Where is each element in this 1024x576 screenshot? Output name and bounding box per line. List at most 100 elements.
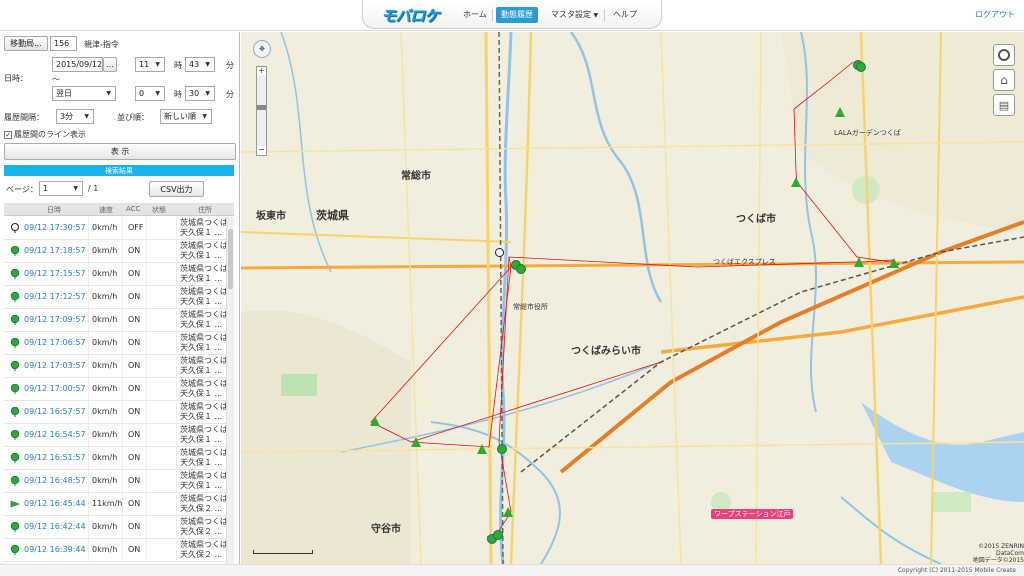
table-row[interactable]: 09/12 16:42:44 0km/h ON 茨城県つくば 天久保２ ... (4, 516, 226, 539)
row-date-link[interactable]: 09/12 16:39:44 (24, 545, 86, 554)
stop-marker[interactable] (495, 248, 504, 257)
print-button[interactable]: ▤ (993, 94, 1015, 116)
logout-link[interactable]: ログアウト (975, 9, 1015, 20)
row-date-link[interactable]: 09/12 16:54:57 (24, 430, 86, 439)
table-row[interactable]: 09/12 16:57:57 0km/h ON 茨城県つくば 天久保１ ... (4, 401, 226, 424)
history-pin-marker[interactable] (516, 264, 526, 274)
calendar-button[interactable]: … (103, 57, 117, 72)
chevron-down-icon: ▼ (202, 113, 207, 120)
idle-pin-icon (10, 314, 20, 325)
table-row[interactable]: 09/12 16:48:57 0km/h ON 茨城県つくば 天久保１ ... (4, 470, 226, 493)
row-address-line1: 茨城県つくば (180, 264, 226, 273)
row-address: 茨城県つくば 天久保１ ... (180, 287, 226, 307)
zoom-in-button[interactable]: + (257, 67, 266, 76)
order-select[interactable]: 新しい順 ▼ (160, 109, 212, 124)
table-row[interactable]: 09/12 17:12:57 0km/h ON 茨城県つくば 天久保１ ... (4, 286, 226, 309)
vehicle-id-field[interactable]: 156 (50, 36, 77, 51)
row-address-line2: 天久保１ ... (180, 228, 223, 237)
end-hour-select[interactable]: 0 ▼ (135, 86, 165, 101)
table-row[interactable]: 09/12 17:30:57 0km/h OFF 茨城県つくば 天久保１ ... (4, 217, 226, 240)
table-row[interactable]: 09/12 17:00:57 0km/h ON 茨城県つくば 天久保１ ... (4, 378, 226, 401)
line-toggle[interactable]: ✓ 履歴間のライン表示 (4, 129, 86, 140)
page-select[interactable]: 1 ▼ (39, 181, 83, 196)
pan-control[interactable]: ✥ (253, 40, 271, 58)
row-address-line2: 天久保１ ... (180, 274, 223, 283)
start-hour-select[interactable]: 11 ▼ (135, 57, 165, 72)
page-label: ページ： (6, 185, 38, 194)
col-divider (88, 332, 89, 355)
home-button[interactable]: ⌂ (993, 69, 1015, 91)
row-date-link[interactable]: 09/12 17:00:57 (24, 384, 86, 393)
moving-arrow-marker[interactable] (854, 257, 864, 267)
row-date-link[interactable]: 09/12 16:51:57 (24, 453, 86, 462)
csv-export-button[interactable]: CSV出力 (149, 181, 204, 197)
row-speed: 0km/h (92, 476, 118, 485)
row-date-link[interactable]: 09/12 17:30:57 (24, 223, 86, 232)
vehicle-select-button[interactable]: 移動局... (4, 36, 48, 51)
row-address-line1: 茨城県つくば (180, 218, 226, 227)
history-pin-marker[interactable] (856, 62, 866, 72)
table-row[interactable]: 09/12 16:54:57 0km/h ON 茨城県つくば 天久保１ ... (4, 424, 226, 447)
table-row[interactable]: 09/12 16:45:44 11km/h ON 茨城県つくば 天久保２ ... (4, 493, 226, 516)
history-pin-marker[interactable] (493, 530, 503, 540)
row-date-link[interactable]: 09/12 17:06:57 (24, 338, 86, 347)
row-address-line2: 天久保１ ... (180, 412, 223, 421)
app-logo[interactable]: モバロケ (381, 5, 440, 26)
table-row[interactable]: 09/12 17:03:57 0km/h ON 茨城県つくば 天久保１ ... (4, 355, 226, 378)
table-row[interactable]: 09/12 16:39:44 0km/h ON 茨城県つくば 天久保２ ... (4, 539, 226, 562)
map-label: 常総市役所 (513, 303, 548, 311)
moving-arrow-marker[interactable] (835, 107, 845, 117)
row-date-link[interactable]: 09/12 17:03:57 (24, 361, 86, 370)
idle-pin-icon (10, 452, 20, 463)
nav-home[interactable]: ホーム (458, 7, 492, 23)
col-divider (122, 286, 123, 309)
row-date-link[interactable]: 09/12 16:45:44 (24, 499, 86, 508)
row-date-link[interactable]: 09/12 17:12:57 (24, 292, 86, 301)
table-row[interactable]: 09/12 17:18:57 0km/h ON 茨城県つくば 天久保１ ... (4, 240, 226, 263)
scrollbar-thumb[interactable] (228, 229, 233, 289)
row-date-link[interactable]: 09/12 17:18:57 (24, 246, 86, 255)
col-divider (88, 217, 89, 240)
interval-label: 履歴間隔： (4, 113, 44, 122)
start-minute-select[interactable]: 43 ▼ (185, 57, 215, 72)
table-row[interactable]: 09/12 17:15:57 0km/h ON 茨城県つくば 天久保１ ... (4, 263, 226, 286)
moving-arrow-marker[interactable] (791, 177, 801, 187)
history-pin-marker[interactable] (497, 444, 507, 454)
table-row[interactable]: 09/12 16:51:57 0km/h ON 茨城県つくば 天久保１ ... (4, 447, 226, 470)
end-date-select[interactable]: 翌日 ▼ (52, 86, 116, 101)
row-acc: ON (128, 269, 141, 278)
table-row[interactable]: 09/12 17:06:57 0km/h ON 茨城県つくば 天久保１ ... (4, 332, 226, 355)
moving-arrow-marker[interactable] (370, 416, 380, 426)
row-date-link[interactable]: 09/12 17:09:57 (24, 315, 86, 324)
interval-select[interactable]: 3分 ▼ (56, 109, 94, 124)
map-canvas[interactable] (241, 32, 1024, 564)
line-toggle-checkbox[interactable]: ✓ (4, 130, 12, 139)
nav-master-settings[interactable]: マスタ設定 ▼ (546, 7, 603, 23)
row-date-link[interactable]: 09/12 16:42:44 (24, 522, 86, 531)
zoom-handle[interactable] (257, 105, 266, 110)
map-view[interactable]: 常総市 つくば市 つくばみらい市 茨城県 坂東市 守谷市 常総市役所 つくばエクスプレス LAL… (241, 32, 1024, 564)
table-scrollbar[interactable] (226, 217, 234, 564)
show-button[interactable]: 表 示 (4, 143, 236, 160)
row-address-line2: 天久保１ ... (180, 435, 223, 444)
row-date-link[interactable]: 09/12 16:57:57 (24, 407, 86, 416)
page-value: 1 (43, 184, 49, 193)
row-address: 茨城県つくば 天久保２ ... (180, 517, 226, 537)
row-address: 茨城県つくば 天久保１ ... (180, 425, 226, 445)
moving-arrow-marker[interactable] (411, 437, 421, 447)
row-date-link[interactable]: 09/12 17:15:57 (24, 269, 86, 278)
zoom-out-button[interactable]: − (257, 146, 266, 155)
table-row[interactable]: 09/12 17:09:57 0km/h ON 茨城県つくば 天久保１ ... (4, 309, 226, 332)
row-address-line1: 茨城県つくば (180, 310, 226, 319)
nav-help[interactable]: ヘルプ (608, 7, 642, 23)
nav-history[interactable]: 動態履歴 (496, 7, 538, 23)
moving-arrow-marker[interactable] (889, 258, 899, 268)
moving-arrow-marker[interactable] (503, 507, 513, 517)
zoom-slider[interactable]: + − (256, 66, 267, 156)
row-date-link[interactable]: 09/12 16:48:57 (24, 476, 86, 485)
row-address-line2: 天久保１ ... (180, 389, 223, 398)
gps-center-button[interactable] (993, 44, 1015, 66)
start-date-field[interactable]: 2015/09/12 (52, 57, 103, 72)
end-minute-select[interactable]: 30 ▼ (185, 86, 215, 101)
moving-arrow-marker[interactable] (477, 444, 487, 454)
